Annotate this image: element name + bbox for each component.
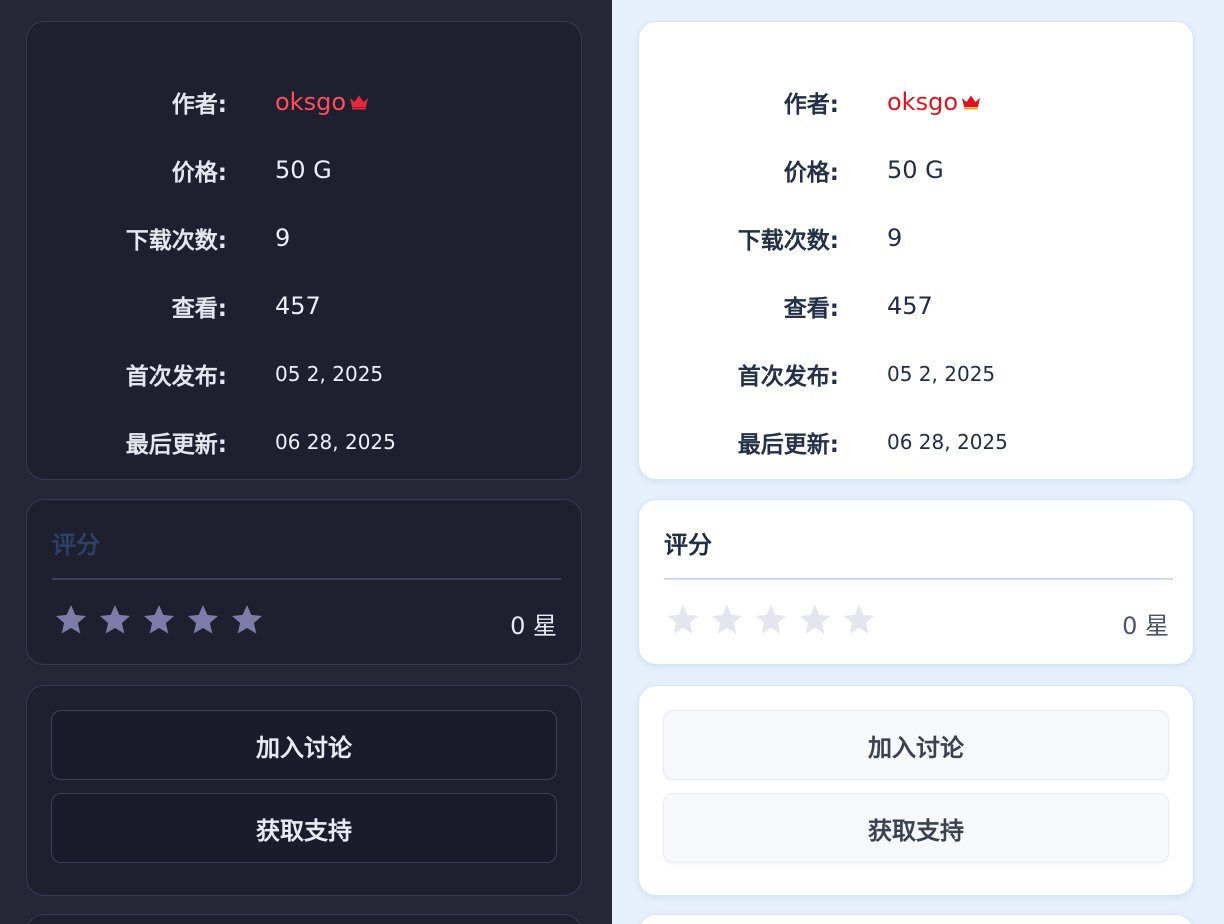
- author-label: 作者:: [171, 92, 227, 118]
- last-update-value: 06 28, 2025: [275, 430, 396, 454]
- rating-card: 评分 0 星: [638, 499, 1194, 665]
- star-icon[interactable]: [97, 602, 133, 638]
- crown-icon: [350, 95, 369, 110]
- author-name[interactable]: oksgo: [275, 88, 346, 116]
- last-update-label: 最后更新:: [737, 432, 839, 458]
- price-label: 价格:: [171, 160, 227, 186]
- first-release-label: 首次发布:: [125, 364, 227, 390]
- star-icon[interactable]: [841, 602, 877, 638]
- price-value: 50 G: [275, 156, 332, 184]
- resource-info-card: 作者: oksgo 价格: 50 G 下载次数: 9 查看: 457 首次发布:…: [638, 21, 1194, 480]
- join-discussion-button[interactable]: 加入讨论: [51, 710, 557, 780]
- author-link[interactable]: oksgo: [887, 88, 981, 116]
- downloads-value: 9: [275, 224, 291, 252]
- first-release-value: 05 2, 2025: [887, 362, 996, 386]
- first-release-value: 05 2, 2025: [275, 362, 384, 386]
- downloads-row: 下载次数: 9: [639, 218, 1193, 258]
- views-row: 查看: 457: [27, 286, 581, 326]
- author-row: 作者: oksgo: [639, 82, 1193, 122]
- get-support-button[interactable]: 获取支持: [51, 793, 557, 863]
- star-icon[interactable]: [229, 602, 265, 638]
- first-release-row: 首次发布: 05 2, 2025: [27, 354, 581, 394]
- author-link[interactable]: oksgo: [275, 88, 369, 116]
- rating-title: 评分: [664, 531, 712, 559]
- price-row: 价格: 50 G: [27, 150, 581, 190]
- views-value: 457: [887, 292, 933, 320]
- get-support-button[interactable]: 获取支持: [663, 793, 1169, 863]
- last-update-value: 06 28, 2025: [887, 430, 1008, 454]
- downloads-row: 下载次数: 9: [27, 218, 581, 258]
- star-count: 0 星: [510, 612, 557, 640]
- author-label: 作者:: [783, 92, 839, 118]
- star-rating[interactable]: [53, 602, 265, 638]
- rating-divider: [664, 578, 1173, 580]
- first-release-label: 首次发布:: [737, 364, 839, 390]
- star-icon[interactable]: [185, 602, 221, 638]
- join-discussion-button[interactable]: 加入讨论: [663, 710, 1169, 780]
- star-icon[interactable]: [665, 602, 701, 638]
- star-icon[interactable]: [141, 602, 177, 638]
- views-label: 查看:: [171, 296, 227, 322]
- author-row: 作者: oksgo: [27, 82, 581, 122]
- last-update-row: 最后更新: 06 28, 2025: [27, 422, 581, 462]
- star-icon[interactable]: [797, 602, 833, 638]
- actions-card: 加入讨论 获取支持: [26, 685, 582, 896]
- price-label: 价格:: [783, 160, 839, 186]
- downloads-label: 下载次数:: [737, 228, 839, 254]
- crown-icon: [962, 95, 981, 110]
- actions-card: 加入讨论 获取支持: [638, 685, 1194, 896]
- price-row: 价格: 50 G: [639, 150, 1193, 190]
- rating-card: 评分 0 星: [26, 499, 582, 665]
- views-row: 查看: 457: [639, 286, 1193, 326]
- next-card: [638, 914, 1194, 924]
- star-count: 0 星: [1122, 612, 1169, 640]
- star-icon[interactable]: [53, 602, 89, 638]
- next-card: [26, 914, 582, 924]
- downloads-label: 下载次数:: [125, 228, 227, 254]
- rating-title: 评分: [52, 531, 100, 559]
- views-value: 457: [275, 292, 321, 320]
- price-value: 50 G: [887, 156, 944, 184]
- views-label: 查看:: [783, 296, 839, 322]
- light-theme-panel: 作者: oksgo 价格: 50 G 下载次数: 9 查看: 457 首次发布:…: [612, 0, 1224, 924]
- star-rating[interactable]: [665, 602, 877, 638]
- last-update-row: 最后更新: 06 28, 2025: [639, 422, 1193, 462]
- resource-info-card: 作者: oksgo 价格: 50 G 下载次数: 9 查看: 457 首次发布:…: [26, 21, 582, 480]
- dark-theme-panel: 作者: oksgo 价格: 50 G 下载次数: 9 查看: 457 首次发布:…: [0, 0, 612, 924]
- last-update-label: 最后更新:: [125, 432, 227, 458]
- rating-divider: [52, 578, 561, 580]
- star-icon[interactable]: [709, 602, 745, 638]
- star-icon[interactable]: [753, 602, 789, 638]
- downloads-value: 9: [887, 224, 903, 252]
- author-name[interactable]: oksgo: [887, 88, 958, 116]
- first-release-row: 首次发布: 05 2, 2025: [639, 354, 1193, 394]
